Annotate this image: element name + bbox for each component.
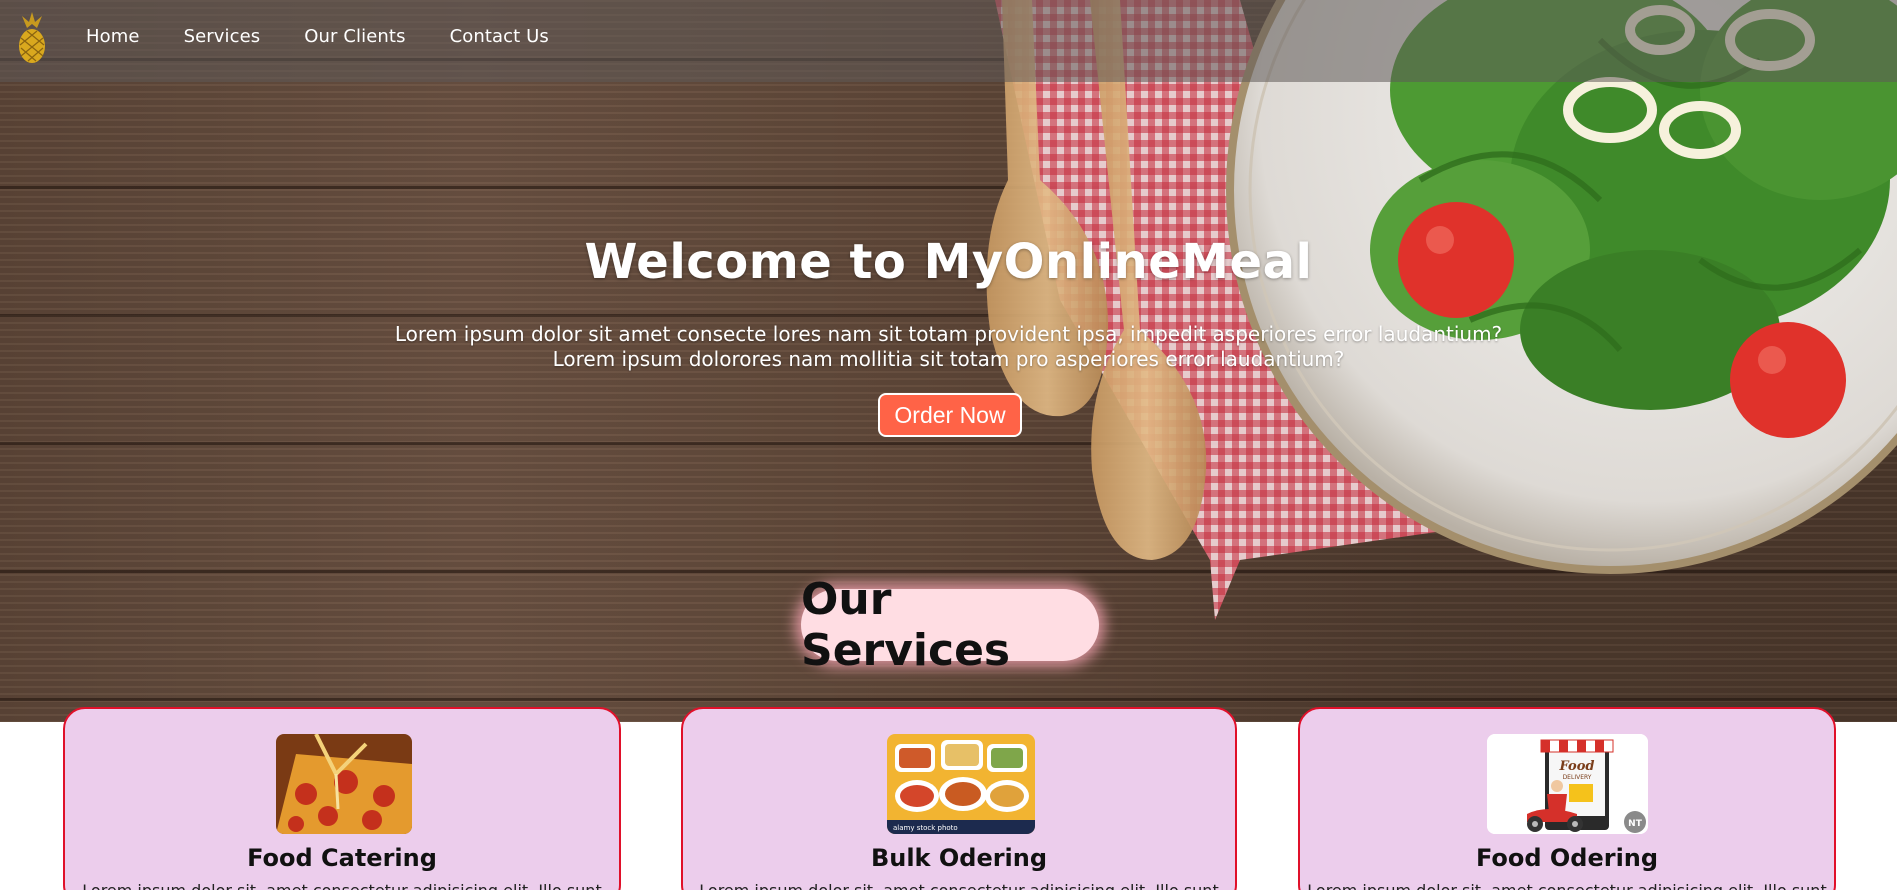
hero-subtitle-line-1: Lorem ipsum dolor sit amet consecte lore…: [394, 322, 1503, 346]
food-delivery-illustration: Food DELIVERY NT: [1487, 734, 1648, 834]
pizza-photo: [276, 734, 412, 834]
hero-subtitle-line-2: Lorem ipsum dolorores nam mollitia sit t…: [552, 347, 1345, 371]
service-card-food-catering[interactable]: Food Catering Lorem ipsum dolor sit, ame…: [63, 707, 621, 890]
nav-link-our-clients[interactable]: Our Clients: [304, 26, 405, 47]
svg-text:NT: NT: [1628, 819, 1643, 829]
services-heading: Our Services: [801, 574, 1099, 676]
order-now-button[interactable]: Order Now: [878, 393, 1022, 437]
bulk-dishes-photo: alamy stock photo: [887, 734, 1035, 834]
nav-links: Home Services Our Clients Contact Us: [86, 26, 593, 47]
svg-text:Food: Food: [1559, 759, 1595, 774]
service-card-text: Lorem ipsum dolor sit, amet consectetur …: [65, 881, 619, 890]
service-card-title: Food Odering: [1475, 844, 1659, 872]
service-card-text: Lorem ipsum dolor sit, amet consectetur …: [1300, 881, 1834, 890]
hero-title: Welcome to MyOnlineMeal: [584, 234, 1313, 290]
nav-link-home[interactable]: Home: [86, 26, 140, 47]
service-card-title: Food Catering: [247, 844, 437, 872]
top-navbar: Home Services Our Clients Contact Us: [0, 0, 1897, 82]
service-card-title: Bulk Odering: [870, 844, 1048, 872]
nav-link-services[interactable]: Services: [184, 26, 261, 47]
hero-section: Home Services Our Clients Contact Us Wel…: [0, 0, 1897, 722]
pineapple-logo-icon[interactable]: [16, 12, 48, 64]
svg-text:DELIVERY: DELIVERY: [1563, 774, 1592, 781]
service-card-food-odering[interactable]: Food DELIVERY NT Food Odering Lorem ipsu…: [1298, 707, 1836, 890]
service-card-text: Lorem ipsum dolor sit, amet consectetur …: [683, 881, 1235, 890]
service-card-bulk-odering[interactable]: alamy stock photo Bulk Odering Lorem ips…: [681, 707, 1237, 890]
svg-text:alamy stock photo: alamy stock photo: [893, 824, 958, 832]
hero-subtitle: Lorem ipsum dolor sit amet consecte lore…: [0, 322, 1897, 372]
nav-link-contact-us[interactable]: Contact Us: [450, 26, 549, 47]
